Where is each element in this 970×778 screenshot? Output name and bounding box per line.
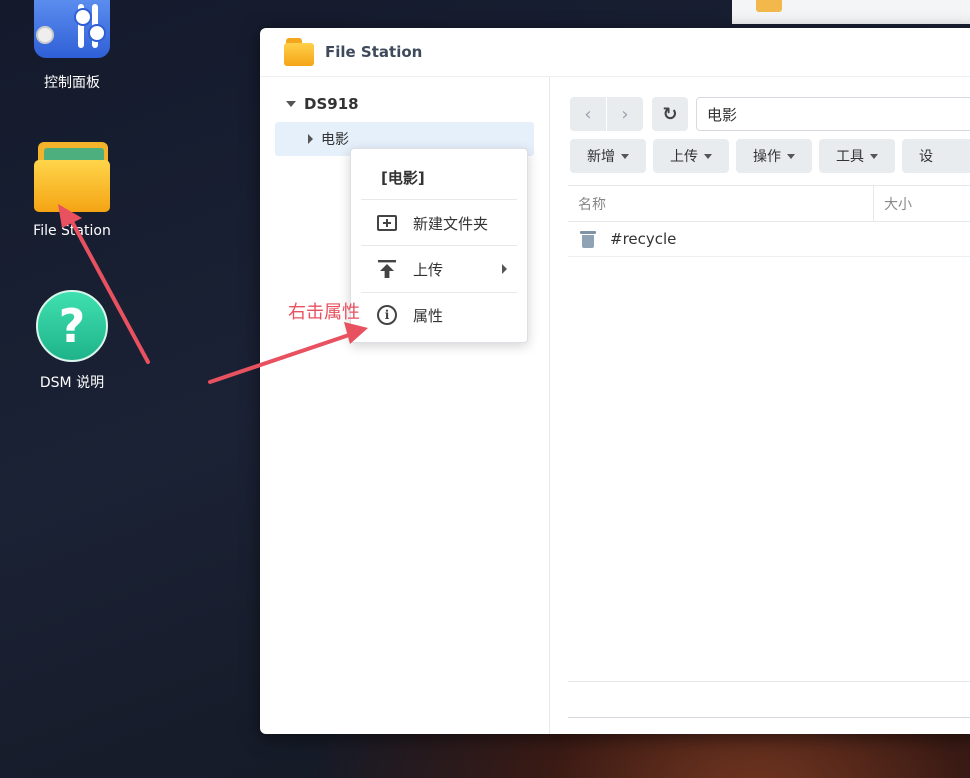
create-button[interactable]: 新增	[570, 139, 646, 173]
divider	[568, 717, 970, 718]
file-list-pane: ‹ › ↻ 电影 新增 上传 操作 工具 设 名称 大小 #recycle	[550, 77, 970, 734]
action-button[interactable]: 操作	[736, 139, 812, 173]
tree-root-ds918[interactable]: DS918	[286, 95, 359, 113]
submenu-arrow-icon	[502, 264, 507, 274]
path-input[interactable]: 电影	[696, 97, 970, 131]
dropdown-caret-icon	[870, 153, 878, 159]
desktop-icon-dsm-help[interactable]: ? DSM 说明	[22, 290, 122, 392]
upload-icon	[375, 257, 399, 281]
button-label: 上传	[670, 149, 698, 165]
dropdown-caret-icon	[704, 153, 712, 159]
chevron-left-icon: ‹	[584, 103, 592, 125]
chevron-right-icon: ›	[621, 103, 629, 125]
refresh-button[interactable]: ↻	[652, 97, 688, 131]
file-name: #recycle	[610, 229, 677, 248]
caret-down-icon	[286, 101, 296, 107]
caret-right-icon[interactable]	[308, 134, 313, 144]
folder-icon	[284, 38, 314, 66]
desktop-icon-control-panel[interactable]: 控制面板	[22, 0, 122, 92]
upload-button[interactable]: 上传	[653, 139, 729, 173]
column-header-size[interactable]: 大小	[874, 194, 912, 214]
title-bar[interactable]: File Station	[260, 28, 970, 77]
trash-icon	[580, 229, 596, 249]
divider	[361, 245, 517, 246]
desktop-icon-label: DSM 说明	[39, 375, 105, 391]
divider	[568, 681, 970, 682]
context-menu: [电影] 新建文件夹 上传 i 属性	[350, 148, 528, 343]
forward-button[interactable]: ›	[607, 97, 643, 131]
tree-item-label: 电影	[321, 132, 349, 148]
menu-item-label: 属性	[413, 306, 444, 325]
menu-item-properties[interactable]: i 属性	[361, 295, 517, 335]
menu-item-label: 上传	[413, 260, 444, 279]
tools-button[interactable]: 工具	[819, 139, 895, 173]
desktop-icon-label: File Station	[33, 223, 111, 239]
toolbar: 新增 上传 操作 工具 设	[570, 139, 970, 173]
menu-item-upload[interactable]: 上传	[361, 249, 517, 289]
dropdown-caret-icon	[787, 153, 795, 159]
tree-root-label: DS918	[304, 95, 359, 113]
info-icon: i	[375, 303, 399, 327]
menu-item-new-folder[interactable]: 新建文件夹	[361, 203, 517, 243]
divider	[361, 199, 517, 200]
file-station-window: File Station DS918 电影 ‹ › ↻ 电影 新增 上传 操作 …	[260, 28, 970, 734]
file-list-header: 名称 大小	[568, 185, 970, 222]
refresh-icon: ↻	[662, 103, 678, 125]
desktop-icon-label: 控制面板	[44, 75, 100, 91]
settings-button[interactable]: 设	[902, 139, 970, 173]
folder-icon	[756, 0, 782, 12]
background-window-strip	[732, 0, 970, 24]
path-text: 电影	[707, 105, 738, 124]
table-row[interactable]: #recycle	[568, 221, 970, 257]
menu-item-label: 新建文件夹	[413, 214, 489, 233]
column-header-name[interactable]: 名称	[568, 186, 874, 221]
desktop-icon-file-station[interactable]: File Station	[22, 142, 122, 239]
annotation-text: 右击属性	[288, 302, 360, 323]
button-label: 工具	[836, 149, 864, 165]
folder-icon	[34, 142, 110, 214]
button-label: 新增	[587, 149, 615, 165]
new-folder-icon	[375, 211, 399, 235]
button-label: 设	[919, 149, 933, 165]
help-icon: ?	[36, 290, 108, 362]
button-label: 操作	[753, 149, 781, 165]
control-panel-icon	[34, 0, 110, 58]
window-title: File Station	[325, 43, 423, 61]
divider	[361, 292, 517, 293]
back-button[interactable]: ‹	[570, 97, 606, 131]
dropdown-caret-icon	[621, 153, 629, 159]
context-menu-title: [电影]	[381, 169, 425, 187]
